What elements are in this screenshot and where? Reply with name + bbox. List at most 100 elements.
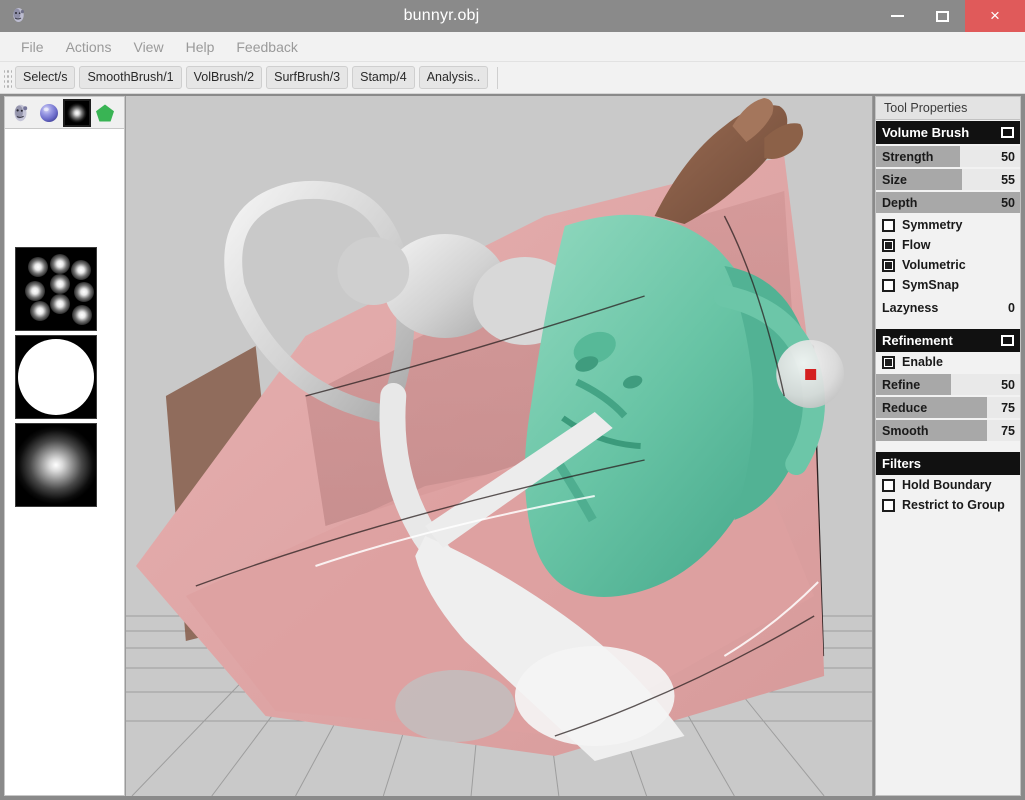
slider-refine[interactable]: Refine 50 (876, 374, 1020, 395)
checkbox-symsnap-icon[interactable] (882, 278, 895, 292)
close-button[interactable]: × (965, 0, 1025, 32)
checkbox-volumetric-label: Volumetric (902, 258, 966, 272)
3d-scene-render (126, 96, 872, 796)
brush-thumbnail-stack (15, 247, 97, 507)
checkbox-hold-boundary-label: Hold Boundary (902, 478, 992, 492)
menu-item-help[interactable]: Help (175, 35, 226, 59)
checkbox-restrict-to-group-icon[interactable] (882, 498, 895, 512)
tool-button-stamp[interactable]: Stamp/4 (352, 66, 415, 89)
tool-button-analysis[interactable]: Analysis.. (418, 66, 489, 89)
resource-tab-strip (4, 96, 125, 128)
minimize-icon (891, 15, 904, 17)
brush-cursor-marker (805, 369, 817, 380)
slider-reduce-value: 75 (1001, 400, 1015, 415)
tab-shape-pentagon[interactable] (91, 99, 119, 127)
checkbox-hold-boundary-icon[interactable] (882, 478, 895, 492)
checkbox-flow-icon[interactable] (882, 238, 895, 252)
brush-thumbnail-soft-radial[interactable] (15, 423, 97, 507)
model-grey-foot (395, 670, 515, 742)
tab-model-head[interactable] (7, 99, 35, 127)
slider-reduce-label: Reduce (882, 400, 928, 415)
checkbox-symmetry-label: Symmetry (902, 218, 963, 232)
slider-strength[interactable]: Strength 50 (876, 146, 1020, 167)
model-white-blob-c (337, 237, 410, 305)
field-lazyness-value: 0 (1008, 300, 1015, 315)
toolbar-drag-handle[interactable] (4, 67, 12, 88)
application-window: bunnyr.obj × File Actions View Help Feed… (0, 0, 1025, 800)
section-title-refinement: Refinement (882, 333, 953, 348)
tool-toolbar: Select/s SmoothBrush/1 VolBrush/2 SurfBr… (0, 62, 1025, 94)
tool-button-surfbrush[interactable]: SurfBrush/3 (266, 66, 349, 89)
main-body: Tool Properties Volume Brush Strength 50… (0, 94, 1025, 800)
tool-properties-header: Tool Properties (875, 96, 1021, 120)
slider-reduce[interactable]: Reduce 75 (876, 397, 1020, 418)
collapse-toggle-icon[interactable] (1001, 335, 1014, 346)
slider-refine-label: Refine (882, 377, 921, 392)
soft-radial-alpha-icon (16, 424, 96, 506)
slider-smooth-label: Smooth (882, 423, 929, 438)
section-header-filters[interactable]: Filters (876, 452, 1020, 475)
tab-material-sphere[interactable] (35, 99, 63, 127)
hard-circle-alpha-icon (18, 339, 94, 415)
brush-thumbnail-hard-circle[interactable] (15, 335, 97, 419)
section-header-refinement[interactable]: Refinement (876, 329, 1020, 352)
viewport-container (125, 94, 873, 800)
tool-button-select[interactable]: Select/s (15, 66, 76, 89)
toolbar-separator (497, 66, 499, 89)
menu-bar: File Actions View Help Feedback (0, 32, 1025, 62)
section-header-volume-brush[interactable]: Volume Brush (876, 121, 1020, 144)
checkbox-volumetric-icon[interactable] (882, 258, 895, 272)
brush-alpha-icon (66, 101, 88, 124)
menu-item-view[interactable]: View (122, 35, 174, 59)
left-sidebar (0, 94, 125, 800)
brush-alpha-list[interactable] (4, 128, 125, 796)
brush-thumbnail-multi-dot[interactable] (15, 247, 97, 331)
checkbox-row-flow[interactable]: Flow (876, 235, 1020, 255)
checkbox-row-symmetry[interactable]: Symmetry (876, 215, 1020, 235)
minimize-button[interactable] (875, 0, 920, 32)
title-bar: bunnyr.obj × (0, 0, 1025, 32)
checkbox-symsnap-label: SymSnap (902, 278, 959, 292)
slider-strength-value: 50 (1001, 149, 1015, 164)
checkbox-row-symsnap[interactable]: SymSnap (876, 275, 1020, 295)
slider-strength-label: Strength (882, 149, 934, 164)
menu-item-file[interactable]: File (10, 35, 55, 59)
checkbox-flow-label: Flow (902, 238, 931, 252)
tool-properties-panel: Tool Properties Volume Brush Strength 50… (873, 94, 1025, 800)
checkbox-restrict-to-group-label: Restrict to Group (902, 498, 1005, 512)
section-title-filters: Filters (882, 456, 922, 471)
model-head-icon (14, 104, 28, 121)
maximize-button[interactable] (920, 0, 965, 32)
tool-properties-body: Volume Brush Strength 50 Size 55 Depth 5… (875, 120, 1021, 796)
tool-button-volbrush[interactable]: VolBrush/2 (185, 66, 263, 89)
checkbox-enable-icon[interactable] (882, 355, 895, 369)
maximize-icon (936, 10, 949, 22)
slider-smooth-value: 75 (1001, 423, 1015, 438)
sphere-material-icon (40, 103, 58, 122)
field-lazyness[interactable]: Lazyness 0 (876, 297, 1020, 318)
section-spacer-a (876, 320, 1020, 328)
tab-brush-alpha[interactable] (63, 98, 91, 127)
tool-button-smoothbrush[interactable]: SmoothBrush/1 (79, 66, 182, 89)
slider-depth-value: 50 (1001, 195, 1015, 210)
checkbox-row-enable[interactable]: Enable (876, 352, 1020, 372)
slider-smooth[interactable]: Smooth 75 (876, 420, 1020, 441)
checkbox-row-restrict-to-group[interactable]: Restrict to Group (876, 495, 1020, 515)
3d-model-viewport[interactable] (125, 96, 873, 796)
field-lazyness-label: Lazyness (882, 300, 939, 315)
slider-depth-label: Depth (882, 195, 918, 210)
slider-size-value: 55 (1001, 172, 1015, 187)
section-spacer-b (876, 443, 1020, 451)
collapse-toggle-icon[interactable] (1001, 127, 1014, 138)
slider-depth[interactable]: Depth 50 (876, 192, 1020, 213)
window-controls: × (875, 0, 1025, 32)
window-title: bunnyr.obj (403, 7, 480, 24)
checkbox-row-hold-boundary[interactable]: Hold Boundary (876, 475, 1020, 495)
menu-item-feedback[interactable]: Feedback (225, 35, 308, 59)
slider-size[interactable]: Size 55 (876, 169, 1020, 190)
checkbox-row-volumetric[interactable]: Volumetric (876, 255, 1020, 275)
model-white-foot (514, 646, 675, 746)
checkbox-symmetry-icon[interactable] (882, 218, 895, 232)
section-title-volume-brush: Volume Brush (882, 125, 970, 140)
menu-item-actions[interactable]: Actions (55, 35, 123, 59)
